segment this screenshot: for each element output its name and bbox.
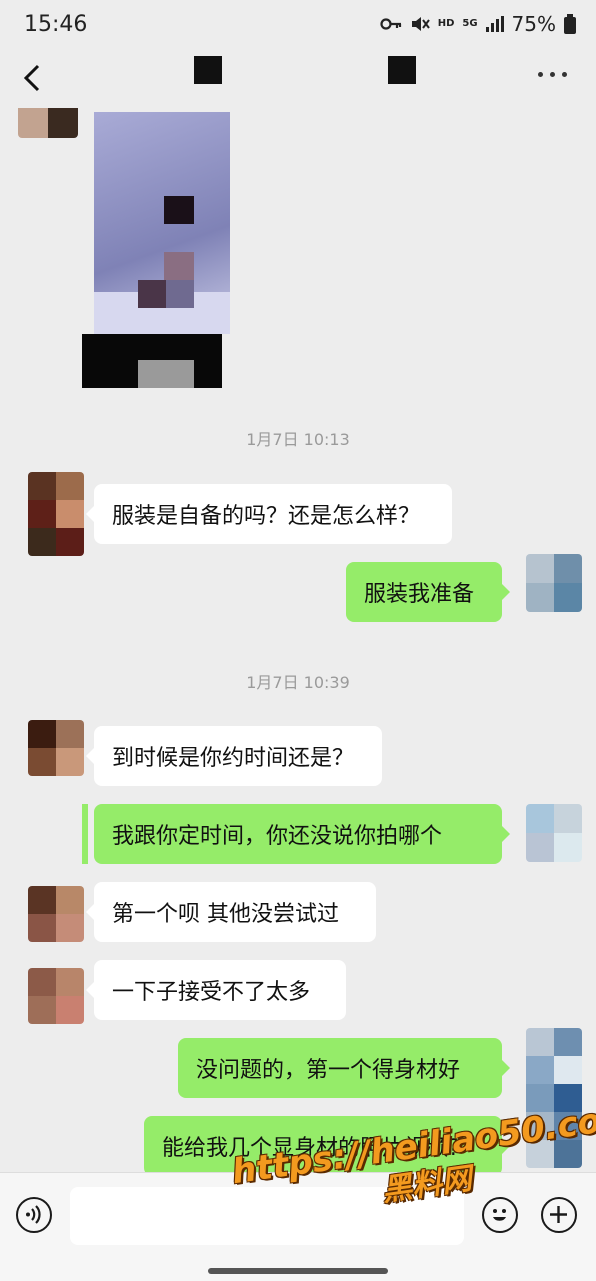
message-bubble-outgoing[interactable]: 我跟你定时间，你还没说你拍哪个 [94,804,510,864]
message-text: 一下子接受不了太多 [112,980,311,1005]
timestamp: 1月7日 10:13 [246,430,350,449]
more-button[interactable] [536,64,570,84]
chevron-left-icon [23,64,40,92]
message-text: 服装我准备 [364,582,475,607]
signal-icon [485,16,504,32]
sender-avatar-partial[interactable] [18,108,78,138]
voice-icon [26,1205,41,1224]
status-icons: HD 5G 75% [380,12,576,36]
message-text: 到时候是你约时间还是？ [112,746,355,771]
message-bubble-incoming[interactable]: 到时候是你约时间还是？ [86,726,382,786]
title-redaction-right [388,56,416,84]
sender-avatar[interactable] [28,472,84,556]
voice-button[interactable] [16,1197,52,1233]
message-text: 我跟你定时间，你还没说你拍哪个 [112,824,443,849]
status-time: 15:46 [24,12,88,37]
hd-label: HD [437,18,455,29]
back-button[interactable] [16,58,52,98]
chat-header [0,52,596,108]
home-indicator [208,1268,388,1274]
key-icon [380,18,401,30]
battery-icon [564,14,576,34]
image-message[interactable] [94,112,230,334]
message-bubble-outgoing[interactable]: 服装我准备 [346,562,510,622]
timestamp: 1月7日 10:39 [246,673,350,692]
ellipsis-icon [538,72,543,77]
sender-avatar[interactable] [28,886,84,942]
message-bubble-incoming[interactable]: 服装是自备的吗？还是怎么样？ [86,484,452,544]
message-text: 没问题的，第一个得身材好 [196,1058,461,1083]
title-redaction-left [194,56,222,84]
message-text: 第一个呗 其他没尝试过 [112,902,339,927]
chat-area[interactable]: 1月7日 10:13 服装是自备的吗？还是怎么样？ 服装我准备 1月7日 10:… [0,108,596,1172]
message-bubble-incoming[interactable]: 第一个呗 其他没尝试过 [86,882,376,942]
message-bubble-outgoing[interactable]: 没问题的，第一个得身材好 [178,1038,510,1098]
mute-icon [411,17,430,31]
message-bubble-incoming[interactable]: 一下子接受不了太多 [86,960,346,1020]
message-text: 服装是自备的吗？还是怎么样？ [112,504,421,529]
network-label: 5G [462,18,478,29]
sender-avatar[interactable] [28,968,84,1024]
my-avatar[interactable] [526,554,582,612]
sender-avatar[interactable] [28,720,84,776]
battery-percent: 75% [511,12,556,36]
my-avatar[interactable] [526,804,582,862]
status-bar: 15:46 HD 5G 75% [0,0,596,52]
